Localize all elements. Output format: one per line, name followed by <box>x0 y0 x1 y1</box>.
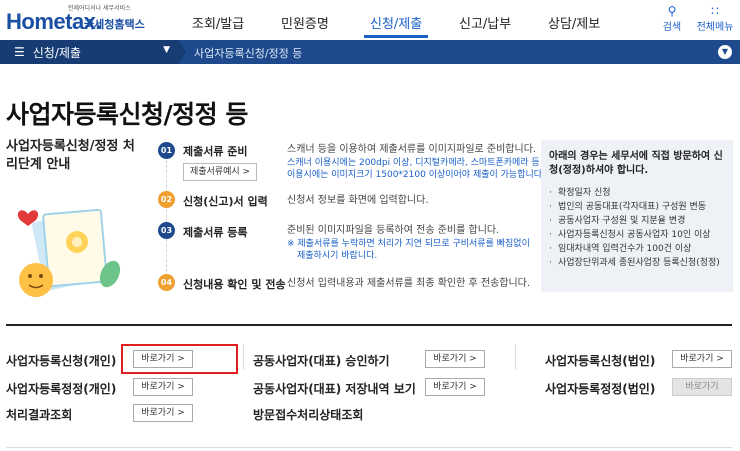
search-label: 검색 <box>662 22 682 33</box>
step-desc-4: 신청서 입력내용과 제출서류를 최종 확인한 후 전송합니다. <box>287 278 531 289</box>
hamburger-icon: ☰ <box>14 45 25 59</box>
document-example-button[interactable]: 제출서류예시 > <box>183 163 257 181</box>
step-number-1: 01 <box>158 142 175 159</box>
page-title: 사업자등록신청/정정 등 <box>6 100 248 129</box>
step-name-3: 제출서류 등록 <box>183 226 248 239</box>
all-menu-button[interactable]: ∷ 전체메뉴 <box>695 4 735 33</box>
list-item: 공동사업자 구성원 및 지분율 변경 <box>549 214 725 228</box>
nav-certificates[interactable]: 민원증명 <box>281 13 329 32</box>
list-item: 임대차내역 입력건수가 100건 이상 <box>549 242 725 256</box>
column-separator <box>515 344 516 370</box>
breadcrumb-menu-dropdown[interactable]: ☰ 신청/제출 ▼ <box>0 40 178 64</box>
service-label-correct-corporate: 사업자등록정정(법인) <box>545 382 656 396</box>
go-button-result-inquiry[interactable]: 바로가기 > <box>133 404 193 422</box>
step-number-4: 04 <box>158 274 175 291</box>
nav-report-pay[interactable]: 신고/납부 <box>459 13 511 32</box>
steps-guide-title: 사업자등록신청/정정 처리단계 안내 <box>6 139 135 172</box>
step-number-3: 03 <box>158 222 175 239</box>
service-label-visit-status: 방문접수처리상태조회 <box>253 408 364 422</box>
search-icon: ⚲ <box>667 4 677 18</box>
go-button-register-corporate[interactable]: 바로가기 > <box>672 350 732 368</box>
service-label-correct-individual: 사업자등록정정(개인) <box>6 382 117 396</box>
info-box-list: 확정일자 신청 법인의 공동대표(각자대표) 구성원 변동 공동사업자 구성원 … <box>549 186 725 270</box>
step-note-3b: 제출하시기 바랍니다. <box>297 251 378 261</box>
nav-consult[interactable]: 상담/제보 <box>548 13 600 32</box>
list-item: 확정일자 신청 <box>549 186 725 200</box>
info-box-heading: 아래의 경우는 세무서에 직접 방문하여 신청(정정)하셔야 합니다. <box>549 151 723 176</box>
nav-apply-submit[interactable]: 신청/제출 <box>363 13 429 38</box>
step-name-2: 신청(신고)서 입력 <box>183 195 268 208</box>
breadcrumb-current[interactable]: 사업자등록신청/정정 등 <box>194 45 302 61</box>
service-label-result-inquiry: 처리결과조회 <box>6 408 73 422</box>
step-note-1a: 스캐너 이용시에는 200dpi 이상, 디지털카메라, 스마트폰카메라 등 <box>287 158 540 168</box>
steps-connector <box>166 150 167 282</box>
column-separator <box>243 344 244 370</box>
step-desc-3: 준비된 이미지파일을 등록하여 전송 준비를 합니다. <box>287 225 500 236</box>
visit-required-info-box: 아래의 경우는 세무서에 직접 방문하여 신청(정정)하셔야 합니다. 확정일자… <box>541 140 733 292</box>
service-label-joint-approve: 공동사업자(대표) 승인하기 <box>253 354 390 368</box>
service-label-register-individual: 사업자등록신청(개인) <box>6 354 117 368</box>
step-note-3a: ※ 제출서류를 누락하면 처리가 지연 되므로 구비서류를 빠짐없이 <box>287 239 530 249</box>
hometax-logo[interactable]: 언제어디서나 세무서비스 Hometax. 국세청홈택스 <box>6 3 156 37</box>
step-number-2: 02 <box>158 191 175 208</box>
service-label-register-corporate: 사업자등록신청(법인) <box>545 354 656 368</box>
breadcrumb-menu-label: 신청/제출 <box>32 45 81 60</box>
list-item: 사업장단위과세 종된사업장 등록신청(정정) <box>549 256 725 270</box>
step-name-1: 제출서류 준비 <box>183 145 248 158</box>
step-desc-2: 신청서 정보를 화면에 입력합니다. <box>287 195 429 206</box>
section-divider <box>6 324 732 326</box>
breadcrumb-separator <box>178 40 186 64</box>
search-button[interactable]: ⚲ 검색 <box>652 4 692 33</box>
logo-subtitle: 국세청홈택스 <box>84 18 145 31</box>
top-header: 언제어디서나 세무서비스 Hometax. 국세청홈택스 조회/발급 민원증명 … <box>0 0 740 40</box>
go-button-correct-individual[interactable]: 바로가기 > <box>133 378 193 396</box>
grid-menu-icon: ∷ <box>711 4 719 18</box>
go-button-correct-corporate[interactable]: 바로가기 <box>672 378 732 396</box>
document-illustration <box>17 208 121 297</box>
step-note-1b: 이용시에는 이미지크기 1500*2100 이상이어야 제출이 가능합니다. <box>287 170 545 180</box>
highlight-box <box>121 344 238 374</box>
breadcrumb-bar: ☰ 신청/제출 ▼ 사업자등록신청/정정 등 ▼ <box>0 40 740 64</box>
all-menu-label: 전체메뉴 <box>696 22 734 33</box>
service-label-joint-saved: 공동사업자(대표) 저장내역 보기 <box>253 382 416 396</box>
go-button-joint-saved[interactable]: 바로가기 > <box>425 378 485 396</box>
step-desc-1: 스캐너 등을 이용하여 제출서류를 이미지파일로 준비합니다. <box>287 144 537 155</box>
list-item: 사업자등록신청시 공동사업자 10인 이상 <box>549 228 725 242</box>
chevron-down-icon[interactable]: ▼ <box>718 45 732 59</box>
go-button-joint-approve[interactable]: 바로가기 > <box>425 350 485 368</box>
caret-down-icon: ▼ <box>163 45 170 55</box>
nav-inquiry[interactable]: 조회/발급 <box>192 13 244 32</box>
bottom-divider <box>6 447 732 448</box>
list-item: 법인의 공동대표(각자대표) 구성원 변동 <box>549 200 725 214</box>
step-name-4: 신청내용 확인 및 전송 <box>183 278 286 291</box>
